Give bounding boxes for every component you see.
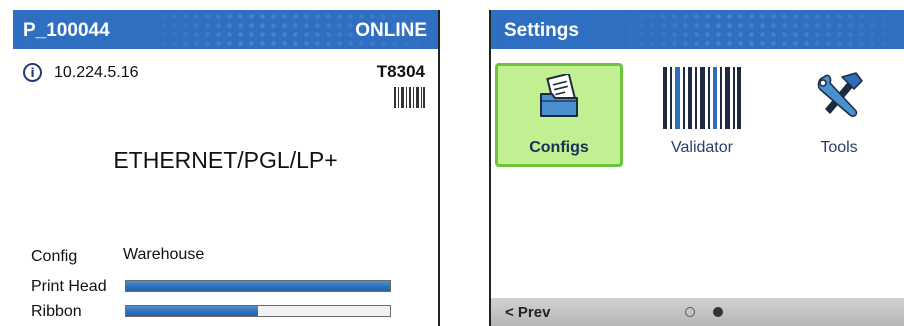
online-status: ONLINE [355,20,427,41]
config-value: Warehouse [123,246,205,263]
validator-tile[interactable]: Validator [638,63,766,167]
settings-title-bar: Settings [491,10,904,49]
config-label: Config [31,248,78,265]
configs-tile[interactable]: Configs [495,63,623,167]
settings-title: Settings [504,20,579,41]
tools-label: Tools [820,139,858,156]
barcode-icon [663,67,741,129]
folder-document-icon [540,74,578,117]
status-title-bar: P_100044 ONLINE [13,10,438,49]
ip-address: 10.224.5.16 [54,63,139,81]
printer-model: T8304 [376,62,425,81]
tools-tile[interactable]: Tools [775,63,903,167]
ribbon-label: Ribbon [31,303,82,320]
configs-label: Configs [529,139,589,156]
print-head-level-bar [125,280,391,292]
protocol-label: ETHERNET/PGL/LP+ [113,147,338,173]
info-icon[interactable]: i [23,63,42,82]
wrench-hammer-icon [817,72,863,117]
printer-name: P_100044 [23,20,110,41]
settings-bottom-bar: < Prev [491,298,904,326]
page-indicator-1[interactable] [685,307,695,317]
prev-button[interactable]: < Prev [505,304,550,321]
page-indicator-2-active[interactable] [713,307,723,317]
ip-row: i 10.224.5.16 [23,63,139,82]
ribbon-level-bar [125,305,391,317]
validator-label: Validator [671,139,733,156]
settings-screen: Settings Configs Validator Tools < Prev [489,10,904,326]
ribbon-level-fill [126,306,258,316]
print-head-level-fill [126,281,390,291]
print-head-label: Print Head [31,278,107,295]
printer-status-screen: P_100044 ONLINE i 10.224.5.16 T8304 ETHE… [13,10,440,326]
barcode-icon [394,87,425,108]
